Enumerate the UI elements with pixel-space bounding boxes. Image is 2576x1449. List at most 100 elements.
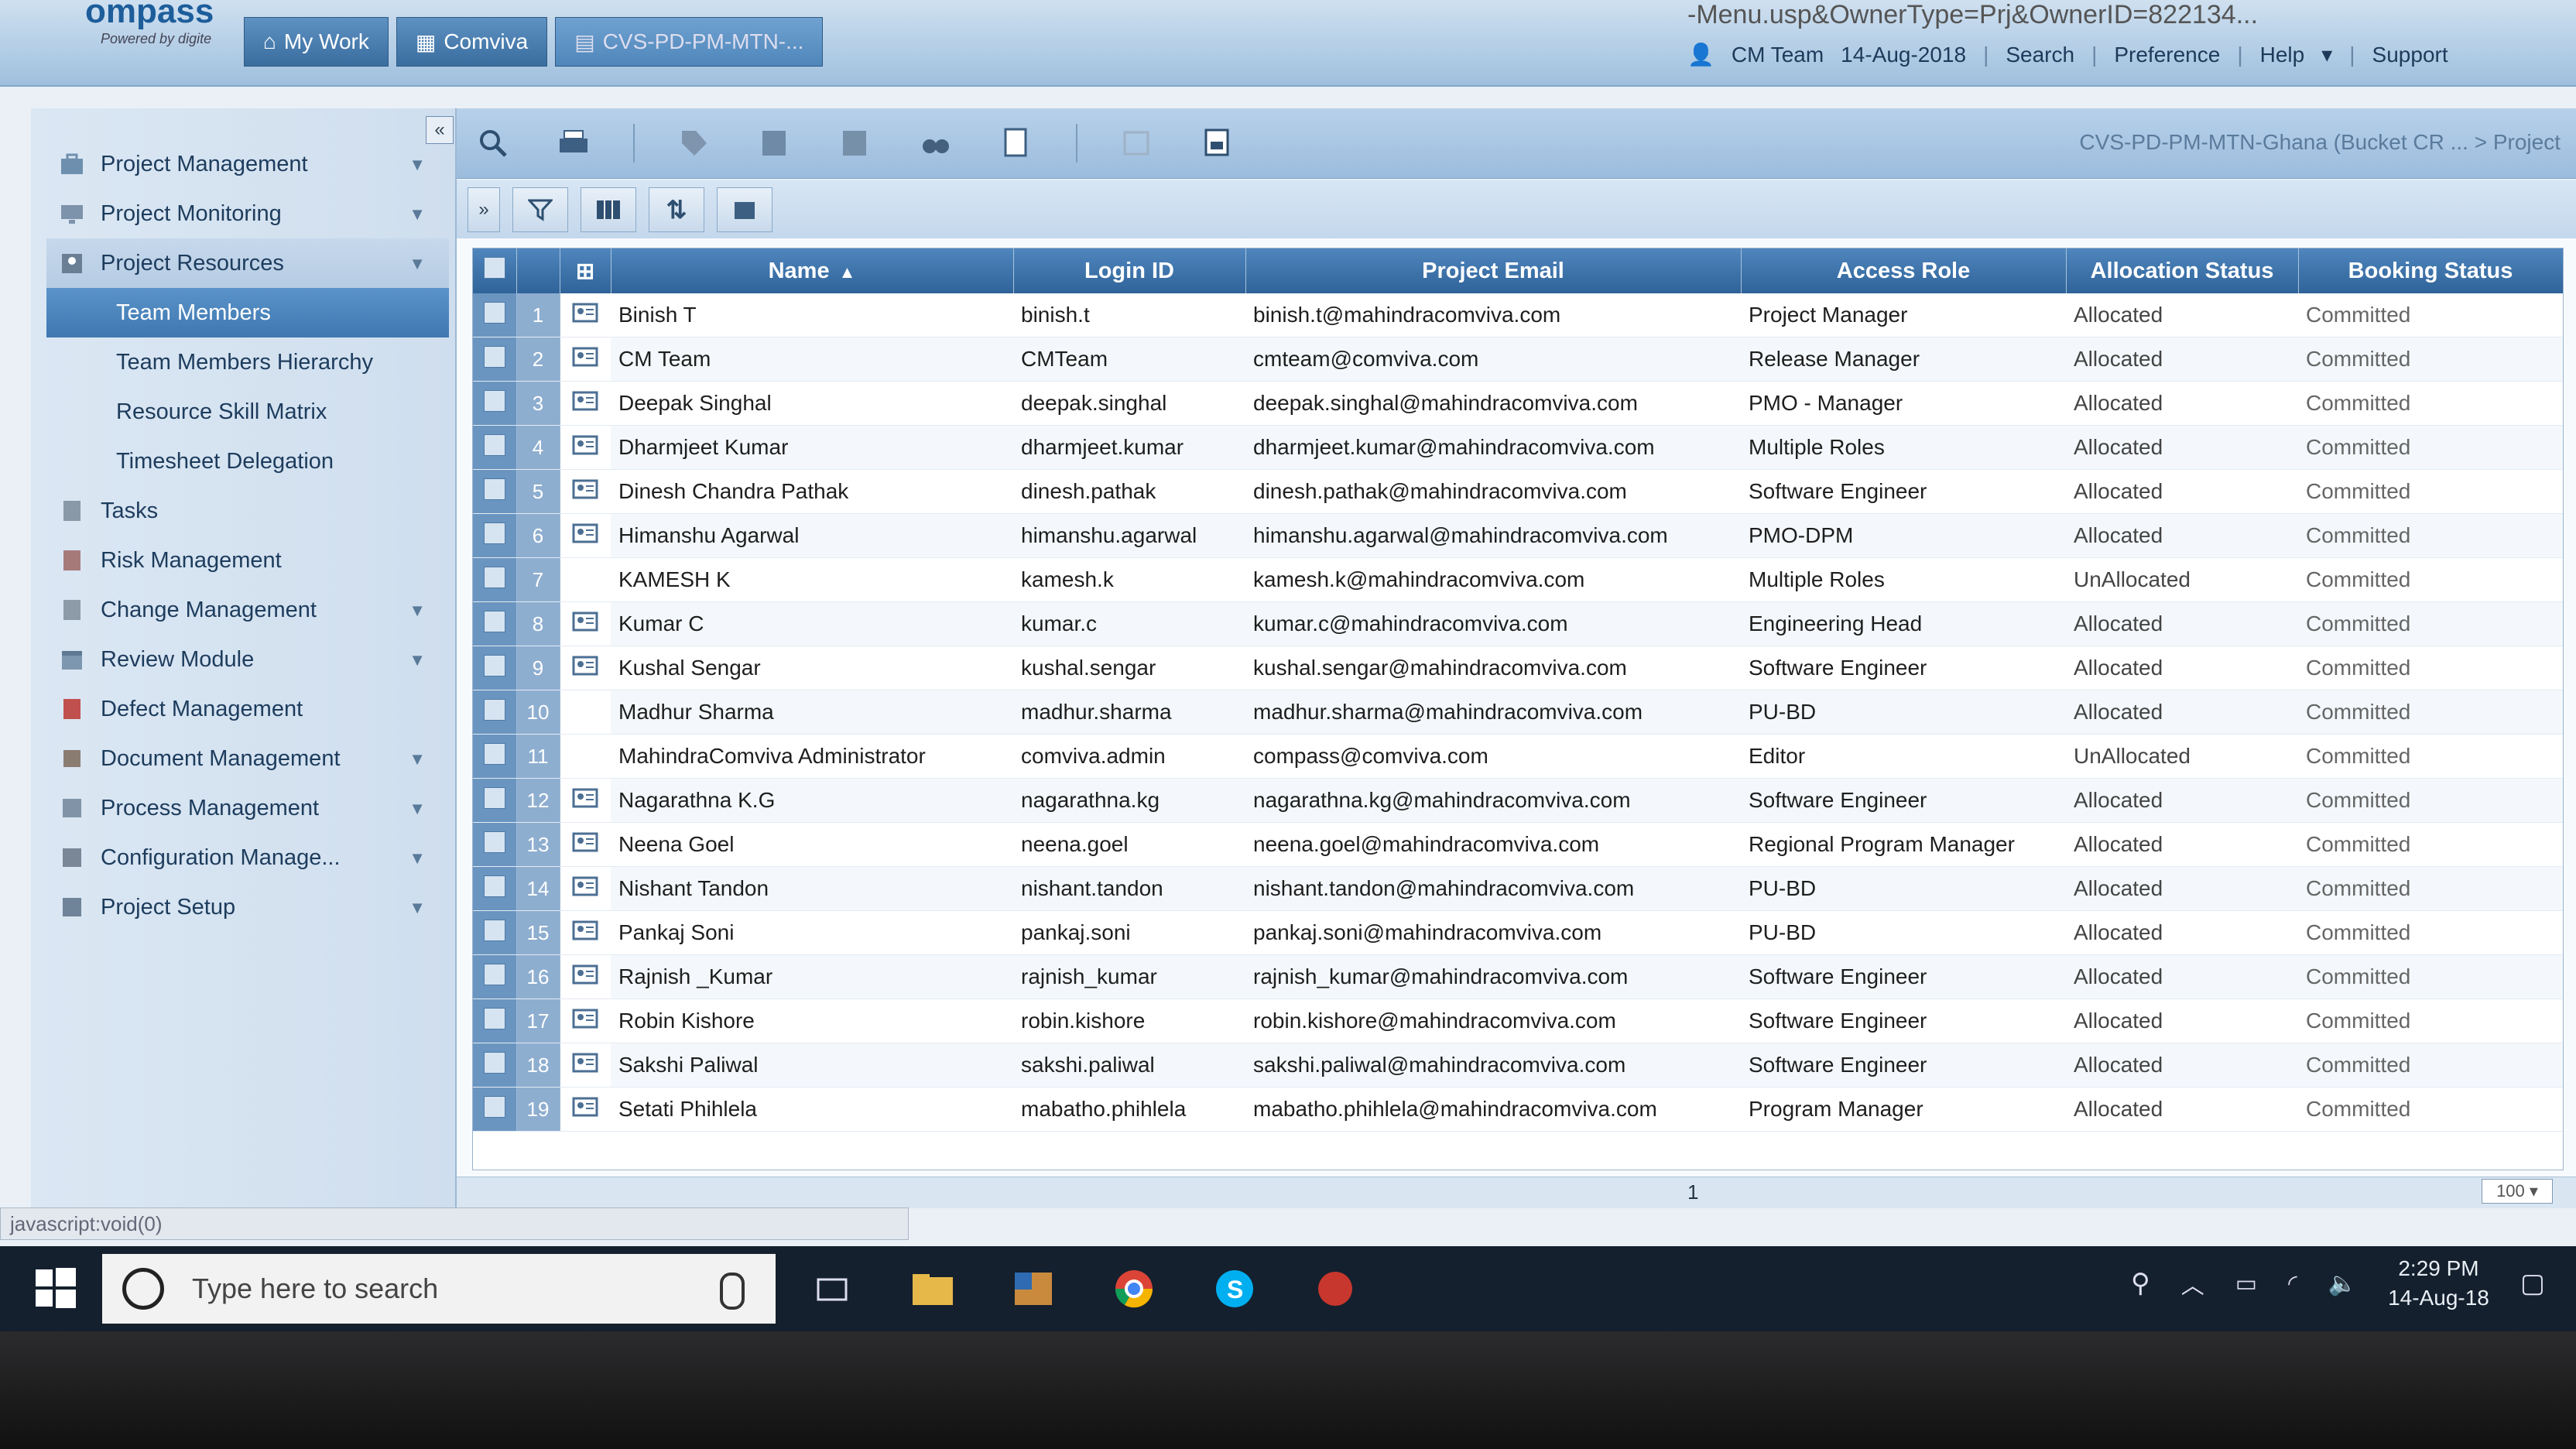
member-card-icon[interactable] (560, 734, 611, 779)
member-name[interactable]: Setati Phihlela (611, 1087, 1013, 1132)
member-email[interactable]: kumar.c@mahindracomviva.com (1245, 601, 1741, 646)
table-row[interactable]: 3 Deepak Singhal deepak.singhal deepak.sing… (473, 381, 2563, 426)
member-email[interactable]: mabatho.phihlela@mahindracomviva.com (1245, 1087, 1741, 1132)
taskbar-clock[interactable]: 2:29 PM 14-Aug-18 (2388, 1254, 2489, 1313)
sort-icon[interactable]: ⇅ (649, 187, 704, 232)
column-header-allocation-status[interactable]: Allocation Status (2066, 248, 2299, 293)
row-checkbox[interactable] (473, 337, 517, 382)
table-row[interactable]: 18 Sakshi Paliwal sakshi.paliwal sakshi.pal… (473, 1043, 2563, 1088)
print-icon[interactable] (553, 122, 594, 164)
sidebar-item-risk-management[interactable]: Risk Management (46, 536, 449, 585)
row-checkbox[interactable] (473, 999, 517, 1043)
save-icon[interactable] (1197, 122, 1238, 164)
row-checkbox[interactable] (473, 469, 517, 514)
row-checkbox[interactable] (473, 646, 517, 690)
member-card-icon[interactable] (560, 337, 611, 382)
compass-logo[interactable]: ompass Powered by digite (54, 0, 240, 62)
table-row[interactable]: 19 Setati Phihlela mabatho.phihlela mabatho… (473, 1087, 2563, 1132)
member-name[interactable]: CM Team (611, 337, 1013, 382)
member-email[interactable]: nagarathna.kg@mahindracomviva.com (1245, 778, 1741, 823)
sidebar-item-configuration-management[interactable]: Configuration Manage... ▼ (46, 833, 449, 882)
sidebar-item-project-monitoring[interactable]: Project Monitoring ▼ (46, 189, 449, 238)
people-icon[interactable]: ⚲ (2131, 1268, 2150, 1299)
edit-member-icon[interactable] (834, 122, 876, 164)
member-card-icon[interactable] (560, 866, 611, 911)
row-checkbox[interactable] (473, 690, 517, 735)
member-card-icon[interactable] (560, 557, 611, 602)
page-number[interactable]: 1 (1687, 1180, 1698, 1204)
row-checkbox[interactable] (473, 822, 517, 867)
address-bar-fragment[interactable]: -Menu.usp&OwnerType=Prj&OwnerID=822134..… (1687, 0, 2258, 30)
report-icon[interactable] (995, 122, 1037, 164)
member-email[interactable]: madhur.sharma@mahindracomviva.com (1245, 690, 1741, 735)
member-name[interactable]: Robin Kishore (611, 999, 1013, 1043)
sidebar-item-change-management[interactable]: Change Management ▼ (46, 585, 449, 635)
row-checkbox[interactable] (473, 513, 517, 558)
row-checkbox[interactable] (473, 557, 517, 602)
outlook-icon[interactable] (999, 1254, 1068, 1324)
tab-my-work[interactable]: ⌂ My Work (244, 17, 389, 67)
table-row[interactable]: 15 Pankaj Soni pankaj.soni pankaj.soni@mahi… (473, 910, 2563, 955)
sidebar-item-process-management[interactable]: Process Management ▼ (46, 783, 449, 833)
chevron-double-down-icon[interactable]: » (468, 187, 500, 232)
table-row[interactable]: 1 Binish Tbinish.t binish.t@mahindracomviv… (473, 293, 2563, 337)
member-card-icon[interactable] (560, 646, 611, 690)
table-row[interactable]: 6 Himanshu Agarwal himanshu.agarwal himansh… (473, 513, 2563, 558)
breadcrumb[interactable]: CVS-PD-PM-MTN-Ghana (Bucket CR ... > Pro… (2079, 130, 2561, 155)
member-card-icon[interactable] (560, 513, 611, 558)
member-card-icon[interactable] (560, 954, 611, 999)
member-card-icon[interactable] (560, 778, 611, 823)
member-name[interactable]: Dinesh Chandra Pathak (611, 469, 1013, 514)
file-explorer-icon[interactable] (898, 1254, 968, 1324)
member-name[interactable]: Nagarathna K.G (611, 778, 1013, 823)
column-header-access-role[interactable]: Access Role (1741, 248, 2067, 293)
member-name[interactable]: Madhur Sharma (611, 690, 1013, 735)
member-email[interactable]: sakshi.paliwal@mahindracomviva.com (1245, 1043, 1741, 1088)
filter-icon[interactable] (512, 187, 568, 232)
table-row[interactable]: 2 CM Team CMTeam cmteam@comviva.com Release … (473, 337, 2563, 382)
row-checkbox[interactable] (473, 425, 517, 470)
table-row[interactable]: 13 Neena Goel neena.goel neena.goel@mahindr… (473, 822, 2563, 867)
member-card-icon[interactable] (560, 601, 611, 646)
row-checkbox[interactable] (473, 954, 517, 999)
member-email[interactable]: dharmjeet.kumar@mahindracomviva.com (1245, 425, 1741, 470)
tab-project[interactable]: ▤ CVS-PD-PM-MTN-... (555, 17, 824, 67)
row-checkbox[interactable] (473, 1043, 517, 1088)
chevron-down-icon[interactable]: ▾ (2321, 42, 2332, 67)
row-checkbox[interactable] (473, 866, 517, 911)
task-view-icon[interactable] (797, 1254, 867, 1324)
member-name[interactable]: Neena Goel (611, 822, 1013, 867)
member-name[interactable]: Binish T (611, 293, 1013, 337)
member-name[interactable]: Kumar C (611, 601, 1013, 646)
table-row[interactable]: 4 Dharmjeet Kumar dharmjeet.kumar dharmjeet… (473, 425, 2563, 470)
chevron-up-icon[interactable]: ︿ (2181, 1266, 2204, 1300)
member-name[interactable]: Himanshu Agarwal (611, 513, 1013, 558)
member-name[interactable]: Pankaj Soni (611, 910, 1013, 955)
add-member-icon[interactable] (754, 122, 796, 164)
table-row[interactable]: 14 Nishant Tandon nishant.tandon nishant.ta… (473, 866, 2563, 911)
search-icon[interactable] (472, 122, 514, 164)
skype-icon[interactable]: S (1200, 1254, 1269, 1324)
columns-icon[interactable] (581, 187, 636, 232)
member-email[interactable]: binish.t@mahindracomviva.com (1245, 293, 1741, 337)
table-row[interactable]: 12 Nagarathna K.G nagarathna.kg nagarathna.… (473, 778, 2563, 823)
member-email[interactable]: pankaj.soni@mahindracomviva.com (1245, 910, 1741, 955)
member-email[interactable]: himanshu.agarwal@mahindracomviva.com (1245, 513, 1741, 558)
notifications-icon[interactable]: ▢ (2520, 1268, 2545, 1299)
member-card-icon[interactable] (560, 381, 611, 426)
binoculars-icon[interactable] (915, 122, 957, 164)
member-name[interactable]: KAMESH K (611, 557, 1013, 602)
member-email[interactable]: kamesh.k@mahindracomviva.com (1245, 557, 1741, 602)
sidebar-item-defect-management[interactable]: Defect Management (46, 684, 449, 734)
current-user[interactable]: CM Team (1732, 43, 1824, 67)
member-email[interactable]: nishant.tandon@mahindracomviva.com (1245, 866, 1741, 911)
row-checkbox[interactable] (473, 293, 517, 337)
sidebar-item-project-setup[interactable]: Project Setup ▼ (46, 882, 449, 932)
taskbar-search-box[interactable]: Type here to search (102, 1254, 776, 1324)
chart-icon[interactable] (1116, 122, 1158, 164)
sidebar-subitem-team-members[interactable]: Team Members (46, 288, 449, 337)
member-card-icon[interactable] (560, 1087, 611, 1132)
row-checkbox[interactable] (473, 734, 517, 779)
member-name[interactable]: Sakshi Paliwal (611, 1043, 1013, 1088)
select-all-checkbox[interactable] (473, 248, 517, 293)
